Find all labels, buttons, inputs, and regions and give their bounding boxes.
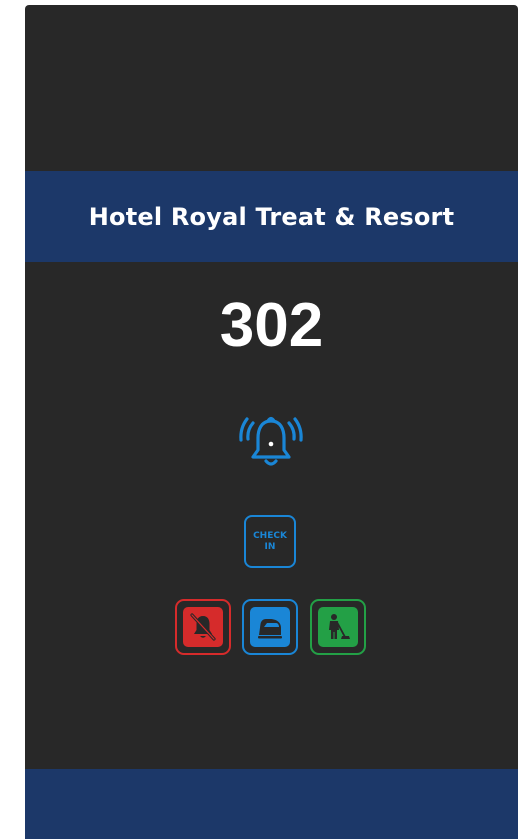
check-in-label-line2: IN	[264, 541, 276, 552]
call-button[interactable]	[234, 405, 308, 479]
laundry-button[interactable]	[242, 599, 298, 655]
laundry-tile	[250, 607, 290, 647]
housekeeping-button[interactable]	[310, 599, 366, 655]
housekeeping-tile	[318, 607, 358, 647]
cleaner-sweeping-icon	[329, 614, 350, 639]
check-in-label-line1: CHECK	[253, 530, 287, 541]
hotel-name: Hotel Royal Treat & Resort	[88, 202, 455, 231]
footer-band	[25, 769, 518, 839]
do-not-disturb-button[interactable]	[175, 599, 231, 655]
do-not-disturb-tile	[183, 607, 223, 647]
door-panel: Hotel Royal Treat & Resort 302 CHECK IN	[25, 5, 518, 839]
room-number: 302	[219, 291, 324, 360]
muted-bell-icon	[190, 613, 216, 641]
header-band: Hotel Royal Treat & Resort	[25, 171, 518, 262]
iron-icon	[258, 619, 282, 639]
ringing-bell-icon	[239, 416, 303, 466]
check-in-button[interactable]: CHECK IN	[244, 515, 296, 568]
